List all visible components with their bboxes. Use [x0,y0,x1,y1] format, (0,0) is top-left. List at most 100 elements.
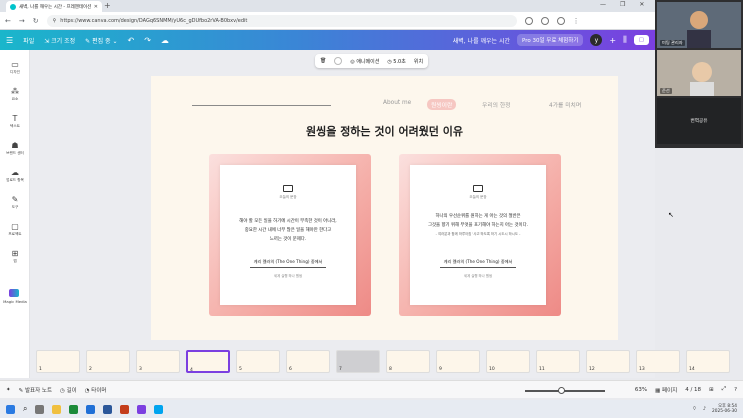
quote-subsource: 세계 실행 하나 원씽 [463,274,493,278]
timer-button[interactable]: ◔ 타이머 [85,386,107,394]
word-icon[interactable] [103,404,113,414]
magic-media-label[interactable]: Magic Media [2,299,28,304]
page-thumbnail[interactable]: 5 [236,350,280,373]
url-field[interactable]: ⚲ https://www.canva.com/design/DAGq6SNMM… [46,14,517,27]
volume-icon[interactable]: ♪ [703,406,706,412]
task-view-icon[interactable] [35,404,45,414]
duration-button[interactable]: ◷ 5.0초 [387,58,406,65]
document-title[interactable]: 새벽, 나를 깨우는 시간 [453,36,510,45]
minimize-icon[interactable]: — [600,1,606,8]
sidebar-item-tools[interactable]: ✎ 도구 [0,189,30,216]
slide-canvas[interactable]: About me 원씽이란 우리의 한정 4가를 미치며 원씽을 정하는 것이 … [151,76,618,340]
back-icon[interactable]: ← [5,17,11,25]
page-thumbnail[interactable]: 12 [586,350,630,373]
participant-name: 번역공유 [690,119,708,124]
pro-trial-button[interactable]: Pro 30일 무료 체험하기 [517,34,584,46]
trash-icon[interactable]: 🗑 [320,58,326,64]
forward-icon[interactable]: → [19,17,25,25]
sidebar-item-apps[interactable]: ⊞ 앱 [0,243,30,270]
notes-button[interactable]: ✎ 발표자 노트 [19,386,52,394]
new-tab-button[interactable]: + [104,1,111,10]
maximize-icon[interactable]: ❐ [620,1,625,8]
canva-header: ☰ 파일 ⇲ 크기 조정 ✎ 편집 중 ⌄ ↶ ↷ ☁ 새벽, 나를 깨우는 시… [0,30,655,50]
sidebar-item-uploads[interactable]: ☁ 업로드 항목 [0,162,30,189]
zoom-value[interactable]: 63% [635,387,647,393]
comment-icon[interactable]: ▢ [633,35,649,45]
page-thumbnail[interactable]: 9 [436,350,480,373]
avatar[interactable]: y [590,34,603,46]
page-thumbnail[interactable]: 8 [386,350,430,373]
page-thumbnail-selected[interactable]: 4 [186,350,230,373]
sidebar-item-design[interactable]: ▭ 디자인 [0,54,30,81]
page-thumbnail[interactable]: 11 [536,350,580,373]
quote-card-inner: 오늘의 문장 하나의 우선순위를 원하는 게 아는 것의 절반은 그것을 향기 … [410,165,546,305]
edge-icon[interactable] [86,404,96,414]
bookmark-icon[interactable] [540,16,549,25]
resize-button[interactable]: ⇲ 크기 조정 [44,36,75,45]
slide-title: 원씽을 정하는 것이 어려웠던 이유 [306,125,463,138]
page-thumbnail[interactable]: 13 [636,350,680,373]
animate-button[interactable]: ◎ 애니메이션 [350,58,379,65]
reload-icon[interactable]: ↻ [33,17,39,25]
page-number: 4 [190,368,193,373]
grid-view-icon[interactable]: ⊞ [709,387,714,393]
clock[interactable]: 오후 8:54 2025-06-30 [712,404,737,414]
undo-icon[interactable]: ↶ [128,36,135,45]
pages-button[interactable]: ▦ 페이지 [655,386,677,394]
quote-card-inner: 오늘의 문장 해야 할 모든 일을 하기에 시간이 부족한 것이 아니라, 중요… [220,165,356,305]
redo-icon[interactable]: ↷ [144,36,151,45]
page-thumbnail[interactable]: 14 [686,350,730,373]
page-counter[interactable]: 4 / 18 [685,387,701,393]
page-thumbnail[interactable]: 2 [86,350,130,373]
zoom-slider-handle[interactable] [558,387,565,394]
position-button[interactable]: 위치 [414,58,423,65]
windows-start-icon[interactable] [6,404,15,414]
page-number: 13 [639,367,645,372]
magic-media-icon[interactable] [9,289,19,297]
analytics-icon[interactable]: ⫼ [623,35,627,45]
site-info-icon[interactable]: ⚲ [53,18,57,24]
participant-name: 미팅 관리자 [660,40,685,46]
help-icon[interactable]: ? [734,387,737,393]
page-thumbnail[interactable]: 7 [336,350,380,373]
page-number: 3 [139,367,142,372]
duration-bottom-button[interactable]: ◷ 길이 [60,386,77,394]
magic-assist-icon[interactable]: ✦ [6,387,11,393]
wifi-icon[interactable]: ⌔ [692,406,697,412]
app-icon[interactable] [120,404,130,414]
extension-icon[interactable] [524,16,533,25]
sidebar-item-brand[interactable]: ☗ 브랜드 센터 [0,135,30,162]
page-thumbnail[interactable]: 10 [486,350,530,373]
editing-mode-button[interactable]: ✎ 편집 중 ⌄ [85,36,117,45]
app-icon[interactable] [154,404,164,414]
zoom-slider[interactable] [525,390,605,392]
add-collaborator-icon[interactable]: + [609,36,616,45]
page-thumbnail[interactable]: 6 [286,350,330,373]
page-thumbnail[interactable]: 1 [36,350,80,373]
participant-tile[interactable]: 미팅 관리자 [657,2,741,48]
page-number: 6 [289,367,292,372]
search-icon[interactable]: ⌕ [23,404,27,414]
file-explorer-icon[interactable] [52,404,62,414]
close-tab-icon[interactable]: ✕ [94,4,98,10]
quote-line: 느끼는 것이 문제다. [269,237,307,242]
hamburger-icon[interactable]: ☰ [6,36,13,45]
sidebar-item-projects[interactable]: ▢ 프로젝트 [0,216,30,243]
profile-icon[interactable] [556,16,565,25]
menu-icon[interactable]: ⋮ [573,17,580,25]
browser-tab[interactable]: 새벽, 나를 깨우는 시간 - 프레젠테이션 ✕ [6,1,102,12]
sidebar-item-elements[interactable]: ⁂ 요소 [0,81,30,108]
participant-tile[interactable]: 번역공유 [657,98,741,144]
close-window-icon[interactable]: ✕ [639,1,644,8]
canva-favicon-icon [10,3,16,10]
fullscreen-icon[interactable]: ⤢ [722,386,726,393]
sidebar-item-text[interactable]: T 텍스트 [0,108,30,135]
url-text: https://www.canva.com/design/DAGq6SNMM/y… [60,17,248,24]
cloud-saved-icon[interactable]: ☁ [161,36,169,45]
chrome-icon[interactable] [69,404,79,414]
page-thumbnail[interactable]: 3 [136,350,180,373]
file-menu[interactable]: 파일 [23,36,34,45]
participant-tile[interactable]: 준선 [657,50,741,96]
canva-app-icon[interactable] [137,404,147,414]
color-swatch[interactable] [334,57,343,65]
